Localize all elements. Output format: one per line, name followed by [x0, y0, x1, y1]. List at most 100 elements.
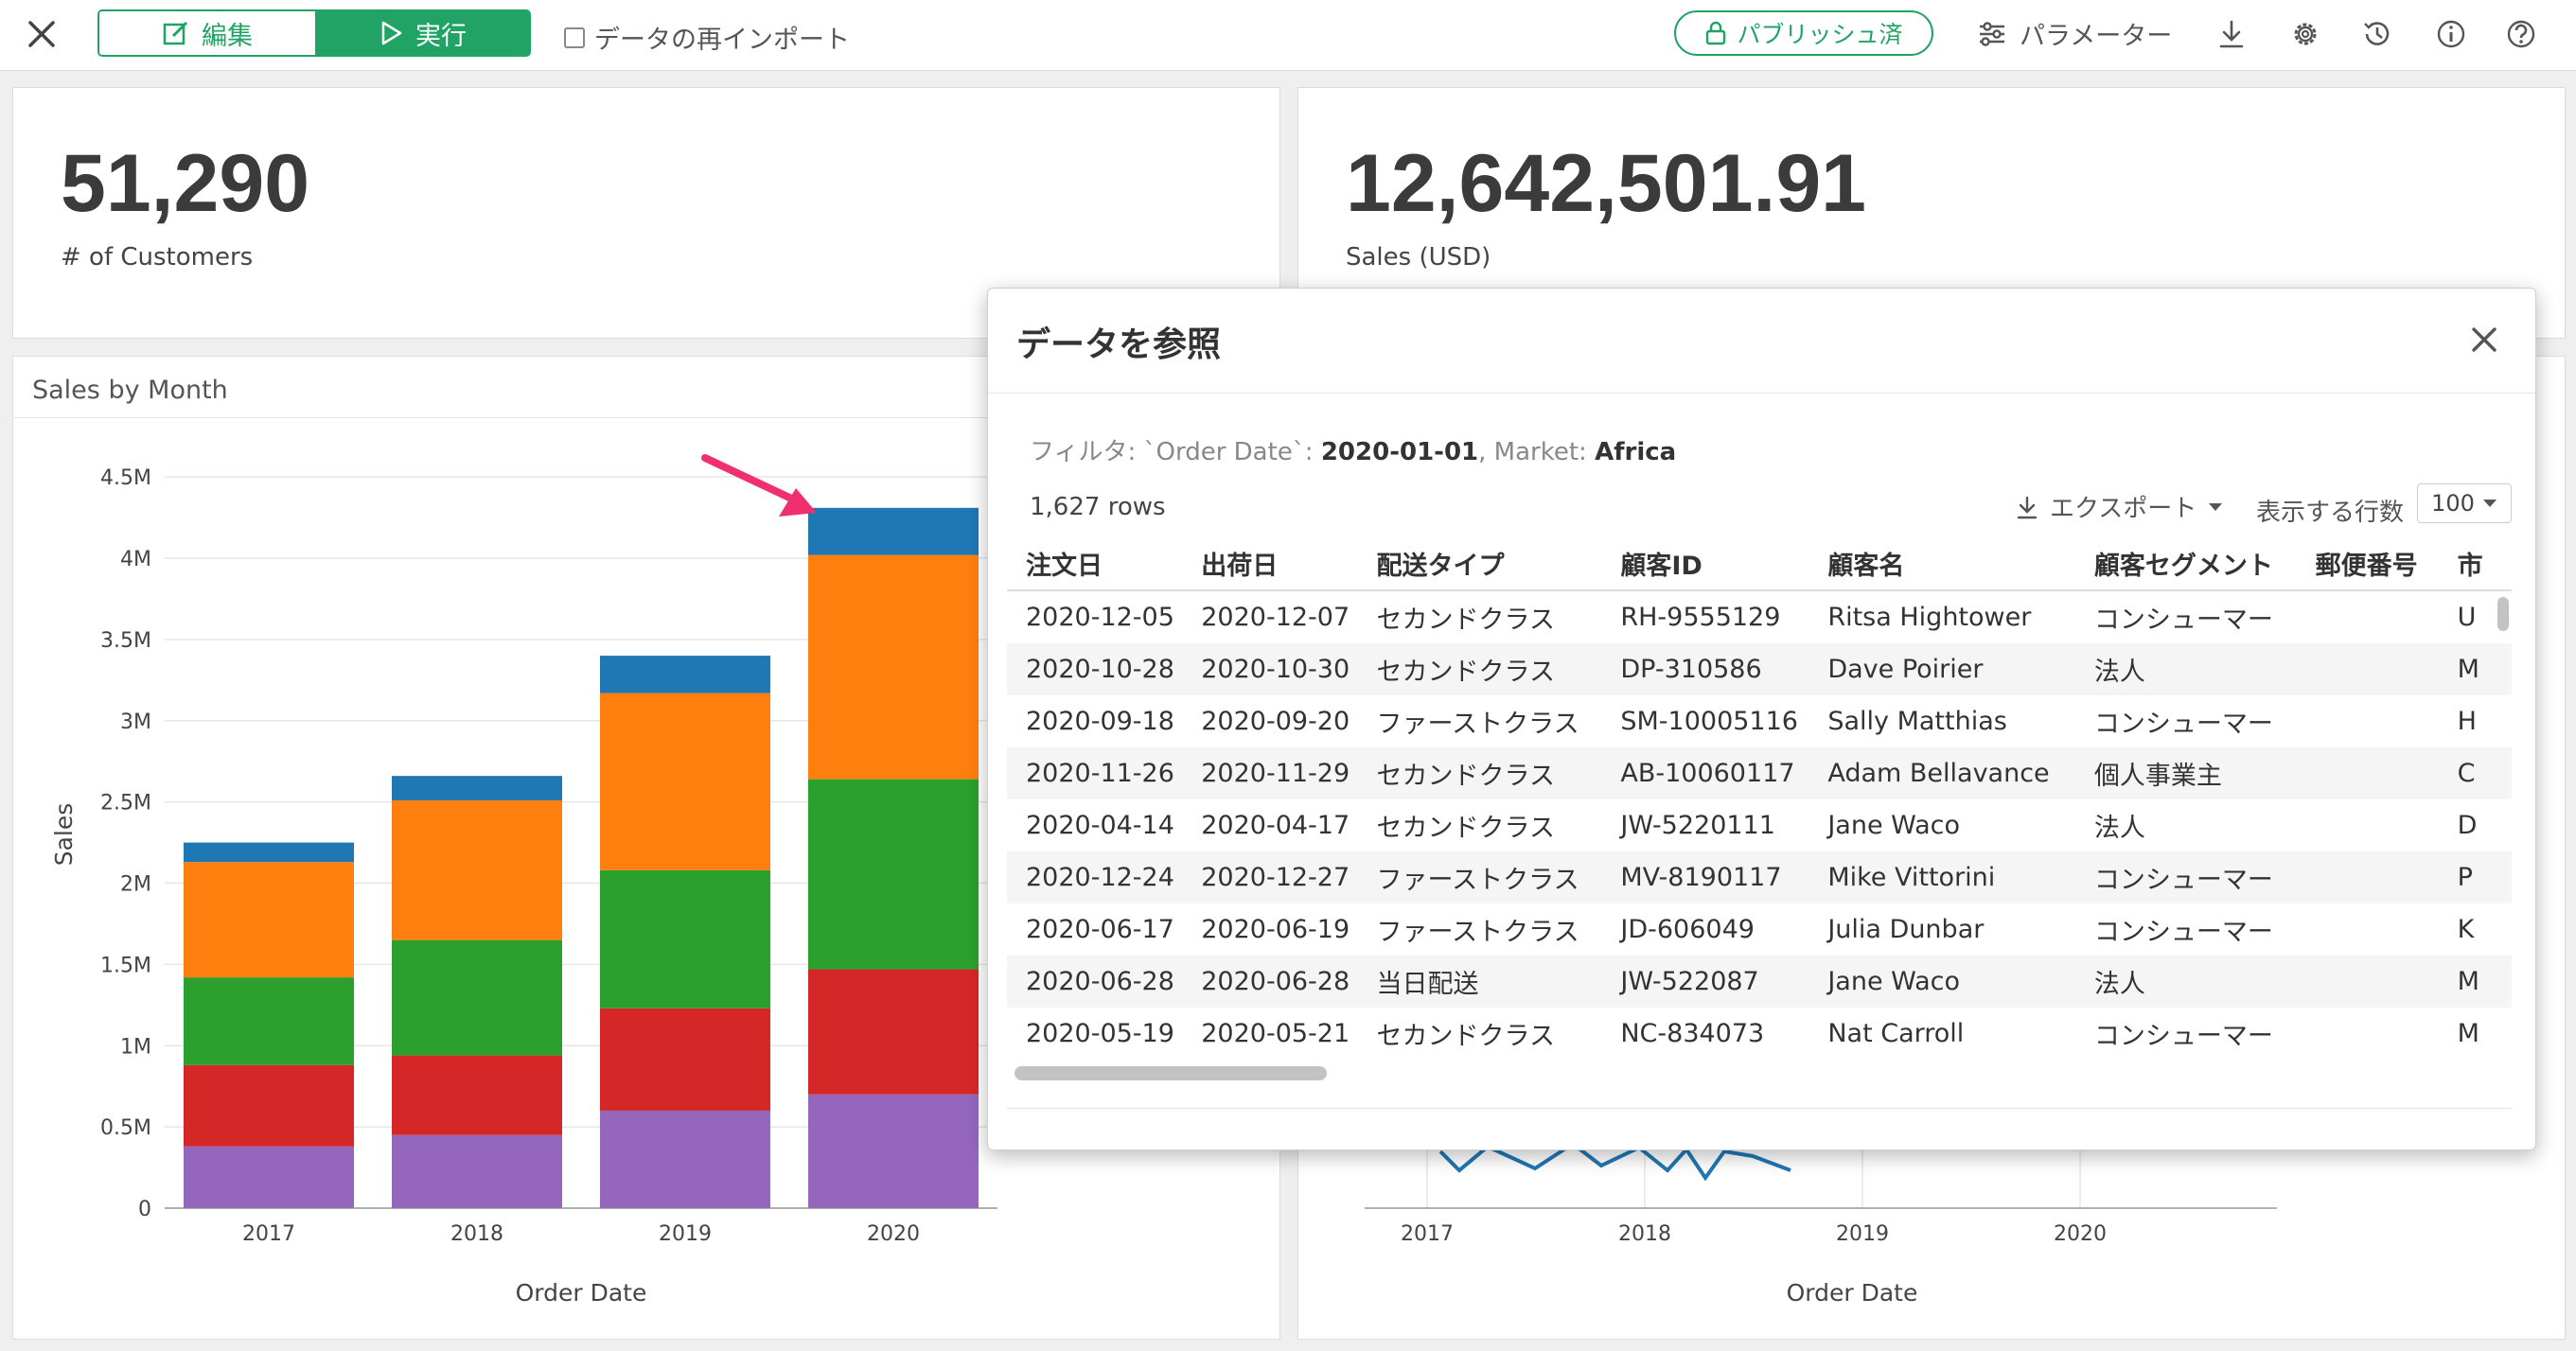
caret-down-icon	[2482, 500, 2497, 507]
modal-title: データを参照	[1016, 325, 1222, 364]
table-cell: セカンドクラス	[1376, 605, 1555, 635]
sales-label: Sales (USD)	[1346, 243, 1491, 272]
help-icon[interactable]	[2504, 17, 2538, 51]
published-button[interactable]: パブリッシュ済	[1674, 10, 1933, 56]
lock-icon	[1706, 21, 1726, 45]
column-header[interactable]: 出荷日	[1182, 536, 1358, 591]
table-cell: JW-522087	[1601, 956, 1809, 1008]
table-cell: Nat Carroll	[1827, 1019, 1965, 1048]
x-tick-label: 2019	[1836, 1222, 1889, 1246]
horizontal-scrollbar[interactable]	[1015, 1066, 1327, 1080]
reimport-checkbox[interactable]: データの再インポート	[564, 19, 850, 56]
column-header[interactable]: 市	[2438, 536, 2512, 591]
bar-segment	[600, 656, 770, 693]
published-label: パブリッシュ済	[1737, 21, 1903, 48]
column-header[interactable]: 顧客名	[1808, 536, 2075, 591]
edit-icon	[163, 21, 188, 45]
table-cell: コンシューマー	[2093, 918, 2273, 947]
close-icon[interactable]	[2467, 323, 2501, 357]
rows-count: 1,627 rows	[1030, 493, 1166, 521]
edit-button[interactable]: 編集	[99, 11, 315, 55]
table-row[interactable]: 2020-04-14 2020-04-17 セカンドクラス JW-5220111 Jan…	[1007, 799, 2512, 851]
bar-segment	[392, 939, 562, 1056]
table-row[interactable]: 2020-11-26 2020-11-29 セカンドクラス AB-10060117 Ad…	[1007, 747, 2512, 799]
column-header[interactable]: 郵便番号	[2296, 536, 2439, 591]
bar-segment	[808, 554, 979, 780]
table-cell: 2020-12-24	[1007, 851, 1183, 904]
table-cell: セカンドクラス	[1357, 643, 1602, 695]
y-tick-label: 1M	[120, 1035, 151, 1059]
run-button[interactable]: 実行	[315, 11, 529, 55]
download-icon	[2017, 496, 2038, 518]
table-cell: JD-606049	[1620, 915, 1755, 944]
table-cell: 2020-06-28	[1007, 956, 1183, 1008]
table-row[interactable]: 2020-06-28 2020-06-28 当日配送 JW-522087 Jane Wa…	[1007, 956, 2512, 1008]
table-cell: 2020-05-21	[1201, 1019, 1350, 1048]
bar-segment	[392, 1055, 562, 1135]
table-cell: 2020-06-19	[1201, 915, 1350, 944]
data-table-wrap[interactable]: 注文日 出荷日 配送タイプ 顧客ID 顧客名 顧客セグメント 郵便番号市 2020-12-0…	[1007, 536, 2512, 1109]
table-row[interactable]: 2020-05-19 2020-05-21 セカンドクラス NC-834073 Nat …	[1007, 1008, 2512, 1060]
info-icon[interactable]	[2434, 17, 2468, 51]
x-tick-label: 2018	[450, 1222, 503, 1246]
rows-per-page-select[interactable]: 100	[2417, 483, 2512, 523]
bar-segment	[808, 1094, 979, 1208]
sales-value: 12,642,501.91	[1346, 138, 1866, 229]
bar-segment	[392, 776, 562, 800]
x-axis-title: Order Date	[1787, 1279, 1918, 1307]
table-cell: 法人	[2074, 643, 2297, 695]
table-row[interactable]: 2020-06-17 2020-06-19 ファーストクラス JD-606049 Jul…	[1007, 904, 2512, 956]
table-cell: コンシューマー	[2074, 851, 2297, 904]
vertical-scrollbar[interactable]	[2497, 597, 2509, 631]
table-cell: M	[2457, 1019, 2479, 1048]
table-row[interactable]: 2020-09-18 2020-09-20 ファーストクラス SM-10005116 S…	[1007, 695, 2512, 747]
table-cell: K	[2457, 915, 2475, 944]
download-icon[interactable]	[2214, 17, 2249, 51]
table-cell: 2020-10-30	[1182, 643, 1358, 695]
history-icon[interactable]	[2360, 17, 2394, 51]
column-header[interactable]: 顧客ID	[1601, 536, 1809, 591]
table-cell: MV-8190117	[1601, 851, 1809, 904]
bar-segment	[184, 977, 354, 1065]
table-cell: セカンドクラス	[1376, 814, 1555, 843]
y-tick-label: 2.5M	[100, 792, 151, 816]
table-cell: D	[2457, 811, 2478, 840]
column-header[interactable]: 顧客セグメント	[2074, 536, 2297, 591]
filter-prefix: フィルタ: `Order Date`:	[1030, 438, 1321, 466]
caret-down-icon	[2209, 502, 2223, 511]
rows-per-page-value: 100	[2431, 490, 2475, 517]
checkbox[interactable]	[564, 26, 585, 48]
parameters-button[interactable]: パラメーター	[1978, 15, 2172, 52]
gear-icon[interactable]	[2288, 17, 2322, 51]
table-cell	[2297, 590, 2439, 643]
table-cell	[2296, 643, 2439, 695]
filter-mid: , Market:	[1478, 438, 1596, 466]
column-header[interactable]: 注文日	[1007, 536, 1183, 591]
sliders-icon	[1980, 21, 2004, 46]
table-cell: Julia Dunbar	[1827, 915, 1985, 944]
table-cell: 個人事業主	[2074, 747, 2297, 799]
table-row[interactable]: 2020-12-05 2020-12-07 セカンドクラス RH-9555129 Rit…	[1007, 590, 2512, 643]
export-dropdown[interactable]: エクスポート	[2016, 489, 2223, 524]
table-cell: セカンドクラス	[1357, 747, 1602, 799]
table-cell	[2296, 956, 2439, 1008]
table-row[interactable]: 2020-12-24 2020-12-27 ファーストクラス MV-8190117 Mi…	[1007, 851, 2512, 904]
table-row[interactable]: 2020-10-28 2020-10-30 セカンドクラス DP-310586 Dave…	[1007, 643, 2512, 695]
bar-segment	[392, 1134, 562, 1208]
table-cell: 法人	[2093, 814, 2145, 843]
table-cell: DP-310586	[1601, 643, 1809, 695]
data-table: 注文日 出荷日 配送タイプ 顧客ID 顧客名 顧客セグメント 郵便番号市 2020-12-0…	[1007, 536, 2512, 1060]
column-header[interactable]: 配送タイプ	[1357, 536, 1602, 591]
table-cell: ファーストクラス	[1357, 851, 1602, 904]
y-tick-label: 4M	[120, 548, 151, 571]
table-cell: 2020-10-28	[1007, 643, 1183, 695]
y-axis-title: Sales	[50, 803, 78, 867]
table-cell: C	[2438, 747, 2512, 799]
table-cell: ファーストクラス	[1376, 710, 1579, 739]
y-tick-label: 3M	[120, 711, 151, 734]
export-label: エクスポート	[2050, 495, 2197, 523]
table-cell: コンシューマー	[2093, 605, 2273, 635]
bar-segment	[600, 1008, 770, 1111]
close-icon[interactable]	[23, 15, 61, 53]
table-cell	[2296, 747, 2439, 799]
